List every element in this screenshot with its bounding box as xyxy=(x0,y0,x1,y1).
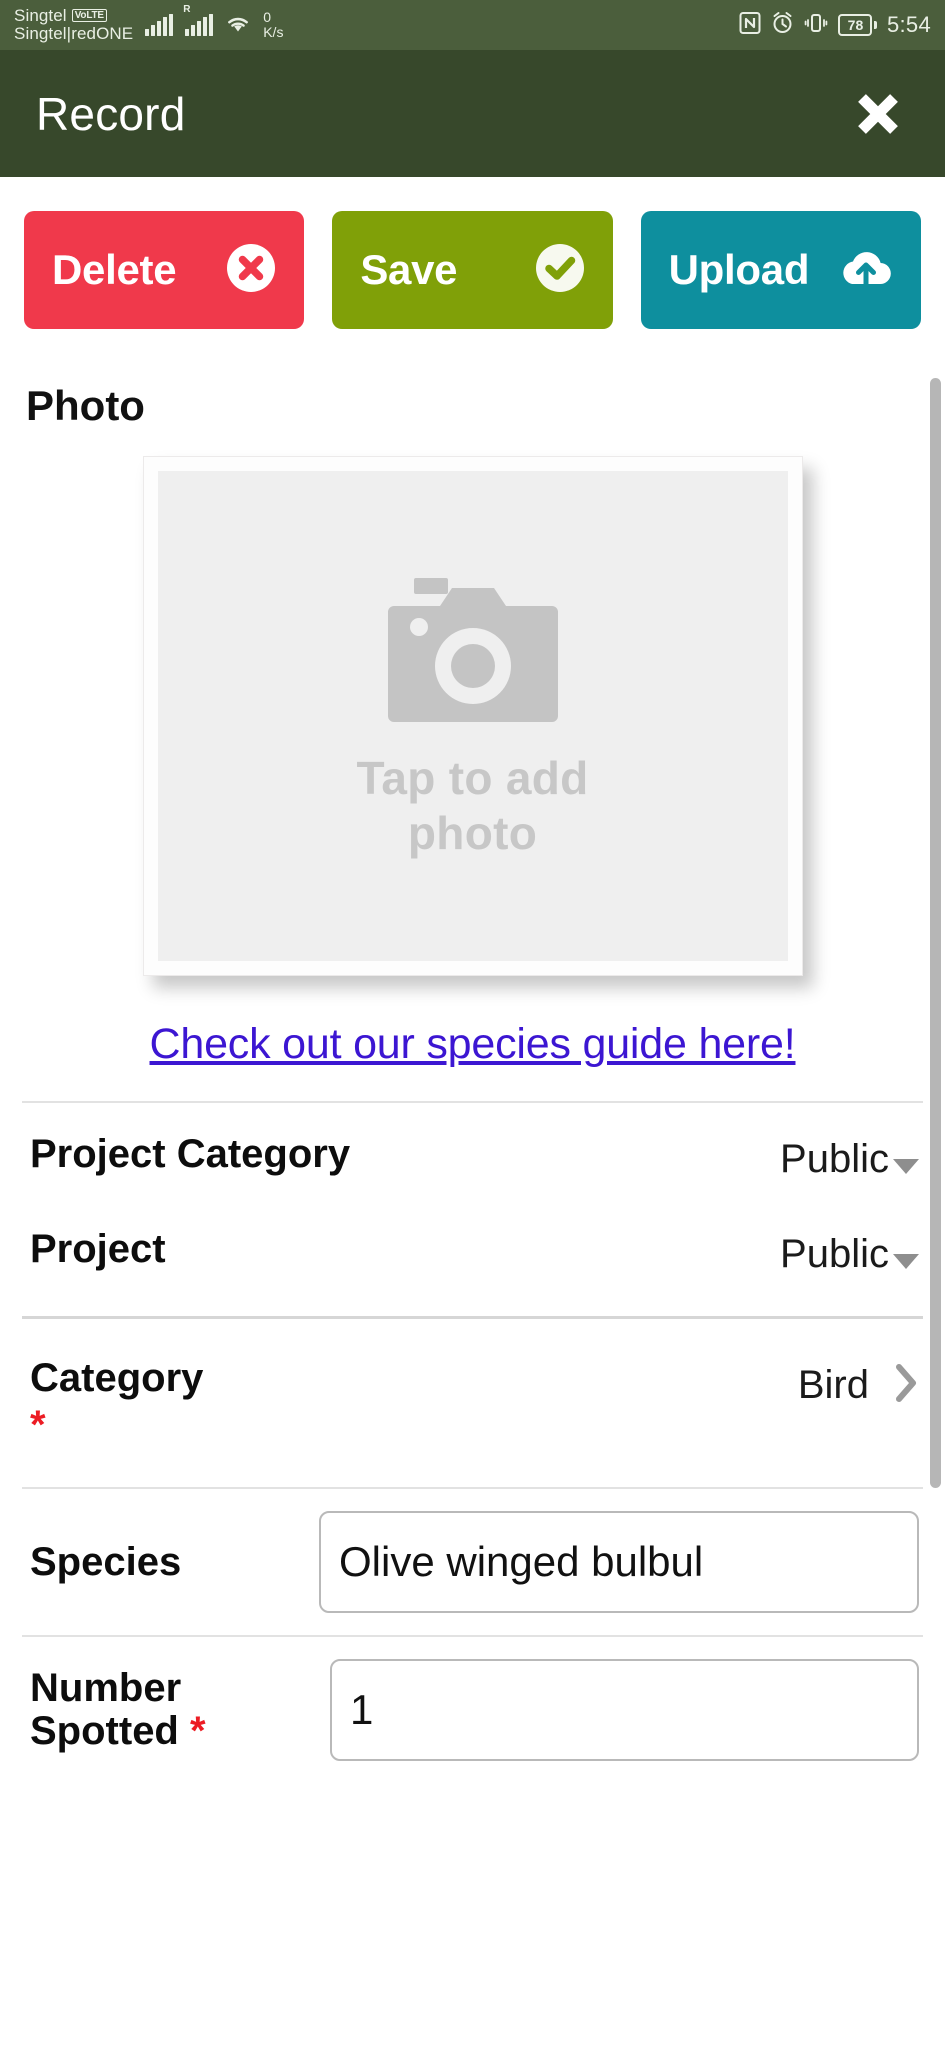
vertical-scrollbar[interactable] xyxy=(930,378,941,1488)
status-bar-clock: 5:54 xyxy=(886,12,931,37)
status-bar: Singtel VoLTE Singtel|redONE R 0 K/s 78 … xyxy=(0,0,945,50)
signal-bars-roaming-icon: R xyxy=(183,4,214,36)
delete-button[interactable]: Delete xyxy=(24,211,305,329)
chevron-down-icon[interactable] xyxy=(893,1254,919,1269)
photo-placeholder-label: Tap to add photo xyxy=(356,752,589,859)
status-bar-right: 78 5:54 xyxy=(739,11,931,40)
species-input[interactable]: Olive winged bulbul xyxy=(319,1511,919,1614)
page-title: Record xyxy=(36,87,186,140)
category-row[interactable]: Category * Bird xyxy=(0,1319,945,1487)
project-category-value: Public xyxy=(780,1137,889,1181)
number-spotted-label: Number Spotted * xyxy=(30,1667,330,1753)
close-icon[interactable] xyxy=(847,83,909,145)
species-label: Species xyxy=(30,1539,182,1584)
required-asterisk: * xyxy=(30,1403,46,1448)
chevron-down-icon[interactable] xyxy=(893,1159,919,1174)
carrier-row-2: Singtel|redONE xyxy=(14,24,134,43)
project-row[interactable]: Project Public xyxy=(0,1210,945,1316)
carrier-row-1: Singtel VoLTE xyxy=(14,5,133,25)
form-scroll-area[interactable]: Photo Tap to add photo Check out our spe… xyxy=(0,360,945,2048)
wifi-icon xyxy=(225,12,251,39)
category-value-group[interactable]: Bird xyxy=(798,1357,919,1410)
x-circle-icon xyxy=(224,241,278,300)
carrier-info: Singtel VoLTE Singtel|redONE xyxy=(14,5,134,44)
species-guide-link[interactable]: Check out our species guide here! xyxy=(0,1020,945,1069)
network-speed-unit: K/s xyxy=(263,24,284,40)
battery-icon: 78 xyxy=(838,14,877,36)
status-bar-left: Singtel VoLTE Singtel|redONE R 0 K/s xyxy=(14,4,283,44)
project-category-row[interactable]: Project Category Public xyxy=(0,1103,945,1210)
save-button-label: Save xyxy=(360,246,458,293)
save-button[interactable]: Save xyxy=(332,211,613,329)
carrier-1-label: Singtel xyxy=(14,5,67,25)
carrier-2-label: Singtel|redONE xyxy=(14,24,134,43)
nfc-icon xyxy=(739,11,761,40)
photo-picker-wrapper: Tap to add photo xyxy=(0,456,945,976)
project-value: Public xyxy=(780,1232,889,1276)
number-spotted-label-text: Number Spotted xyxy=(30,1666,182,1754)
vibrate-icon xyxy=(804,11,828,40)
species-row: Species Olive winged bulbul xyxy=(0,1489,945,1635)
project-value-group[interactable]: Public xyxy=(780,1228,919,1277)
upload-button-label: Upload xyxy=(668,246,810,293)
category-label: Category * xyxy=(30,1356,204,1448)
camera-icon xyxy=(387,572,558,737)
alarm-icon xyxy=(771,11,794,40)
check-circle-icon xyxy=(533,241,587,300)
photo-placeholder-inner: Tap to add photo xyxy=(157,471,788,961)
network-speed: 0 K/s xyxy=(263,10,283,39)
number-spotted-row: Number Spotted * 1 xyxy=(0,1637,945,1783)
volte-badge: VoLTE xyxy=(71,9,107,23)
category-value: Bird xyxy=(797,1363,869,1407)
action-button-bar: Delete Save Upload xyxy=(0,180,945,360)
signal-bars-icon xyxy=(145,14,174,36)
photo-placeholder[interactable]: Tap to add photo xyxy=(142,456,803,976)
project-label: Project xyxy=(30,1227,166,1271)
category-label-text: Category xyxy=(30,1356,204,1400)
photo-section-heading: Photo xyxy=(26,382,145,429)
battery-percent-label: 78 xyxy=(838,14,873,36)
chevron-right-icon[interactable] xyxy=(893,1361,919,1410)
title-bar: Record xyxy=(0,50,945,177)
project-category-label: Project Category xyxy=(30,1132,351,1176)
delete-button-label: Delete xyxy=(52,246,177,293)
number-spotted-input[interactable]: 1 xyxy=(330,1659,919,1762)
upload-button[interactable]: Upload xyxy=(640,211,921,329)
project-category-value-group[interactable]: Public xyxy=(780,1133,919,1182)
roaming-badge: R xyxy=(183,4,191,15)
record-screen: Singtel VoLTE Singtel|redONE R 0 K/s 78 … xyxy=(0,0,945,2048)
cloud-upload-icon xyxy=(837,246,895,295)
network-speed-value: 0 xyxy=(263,9,272,26)
required-asterisk: * xyxy=(190,1709,206,1754)
